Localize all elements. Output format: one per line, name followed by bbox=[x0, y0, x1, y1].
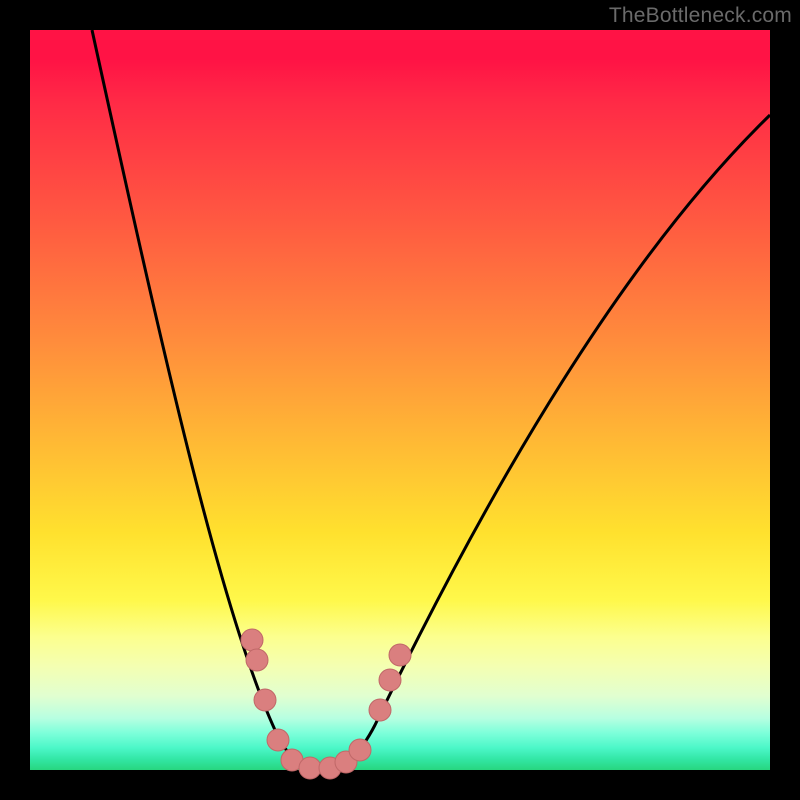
data-marker bbox=[299, 757, 321, 779]
data-marker bbox=[349, 739, 371, 761]
watermark-text: TheBottleneck.com bbox=[609, 4, 792, 28]
bottleneck-curve bbox=[92, 30, 770, 769]
data-marker bbox=[241, 629, 263, 651]
marker-group bbox=[241, 629, 411, 779]
data-marker bbox=[246, 649, 268, 671]
data-marker bbox=[389, 644, 411, 666]
data-marker bbox=[267, 729, 289, 751]
plot-area bbox=[30, 30, 770, 770]
data-marker bbox=[379, 669, 401, 691]
data-marker bbox=[369, 699, 391, 721]
chart-frame: TheBottleneck.com bbox=[0, 0, 800, 800]
data-marker bbox=[254, 689, 276, 711]
chart-svg bbox=[30, 30, 770, 770]
